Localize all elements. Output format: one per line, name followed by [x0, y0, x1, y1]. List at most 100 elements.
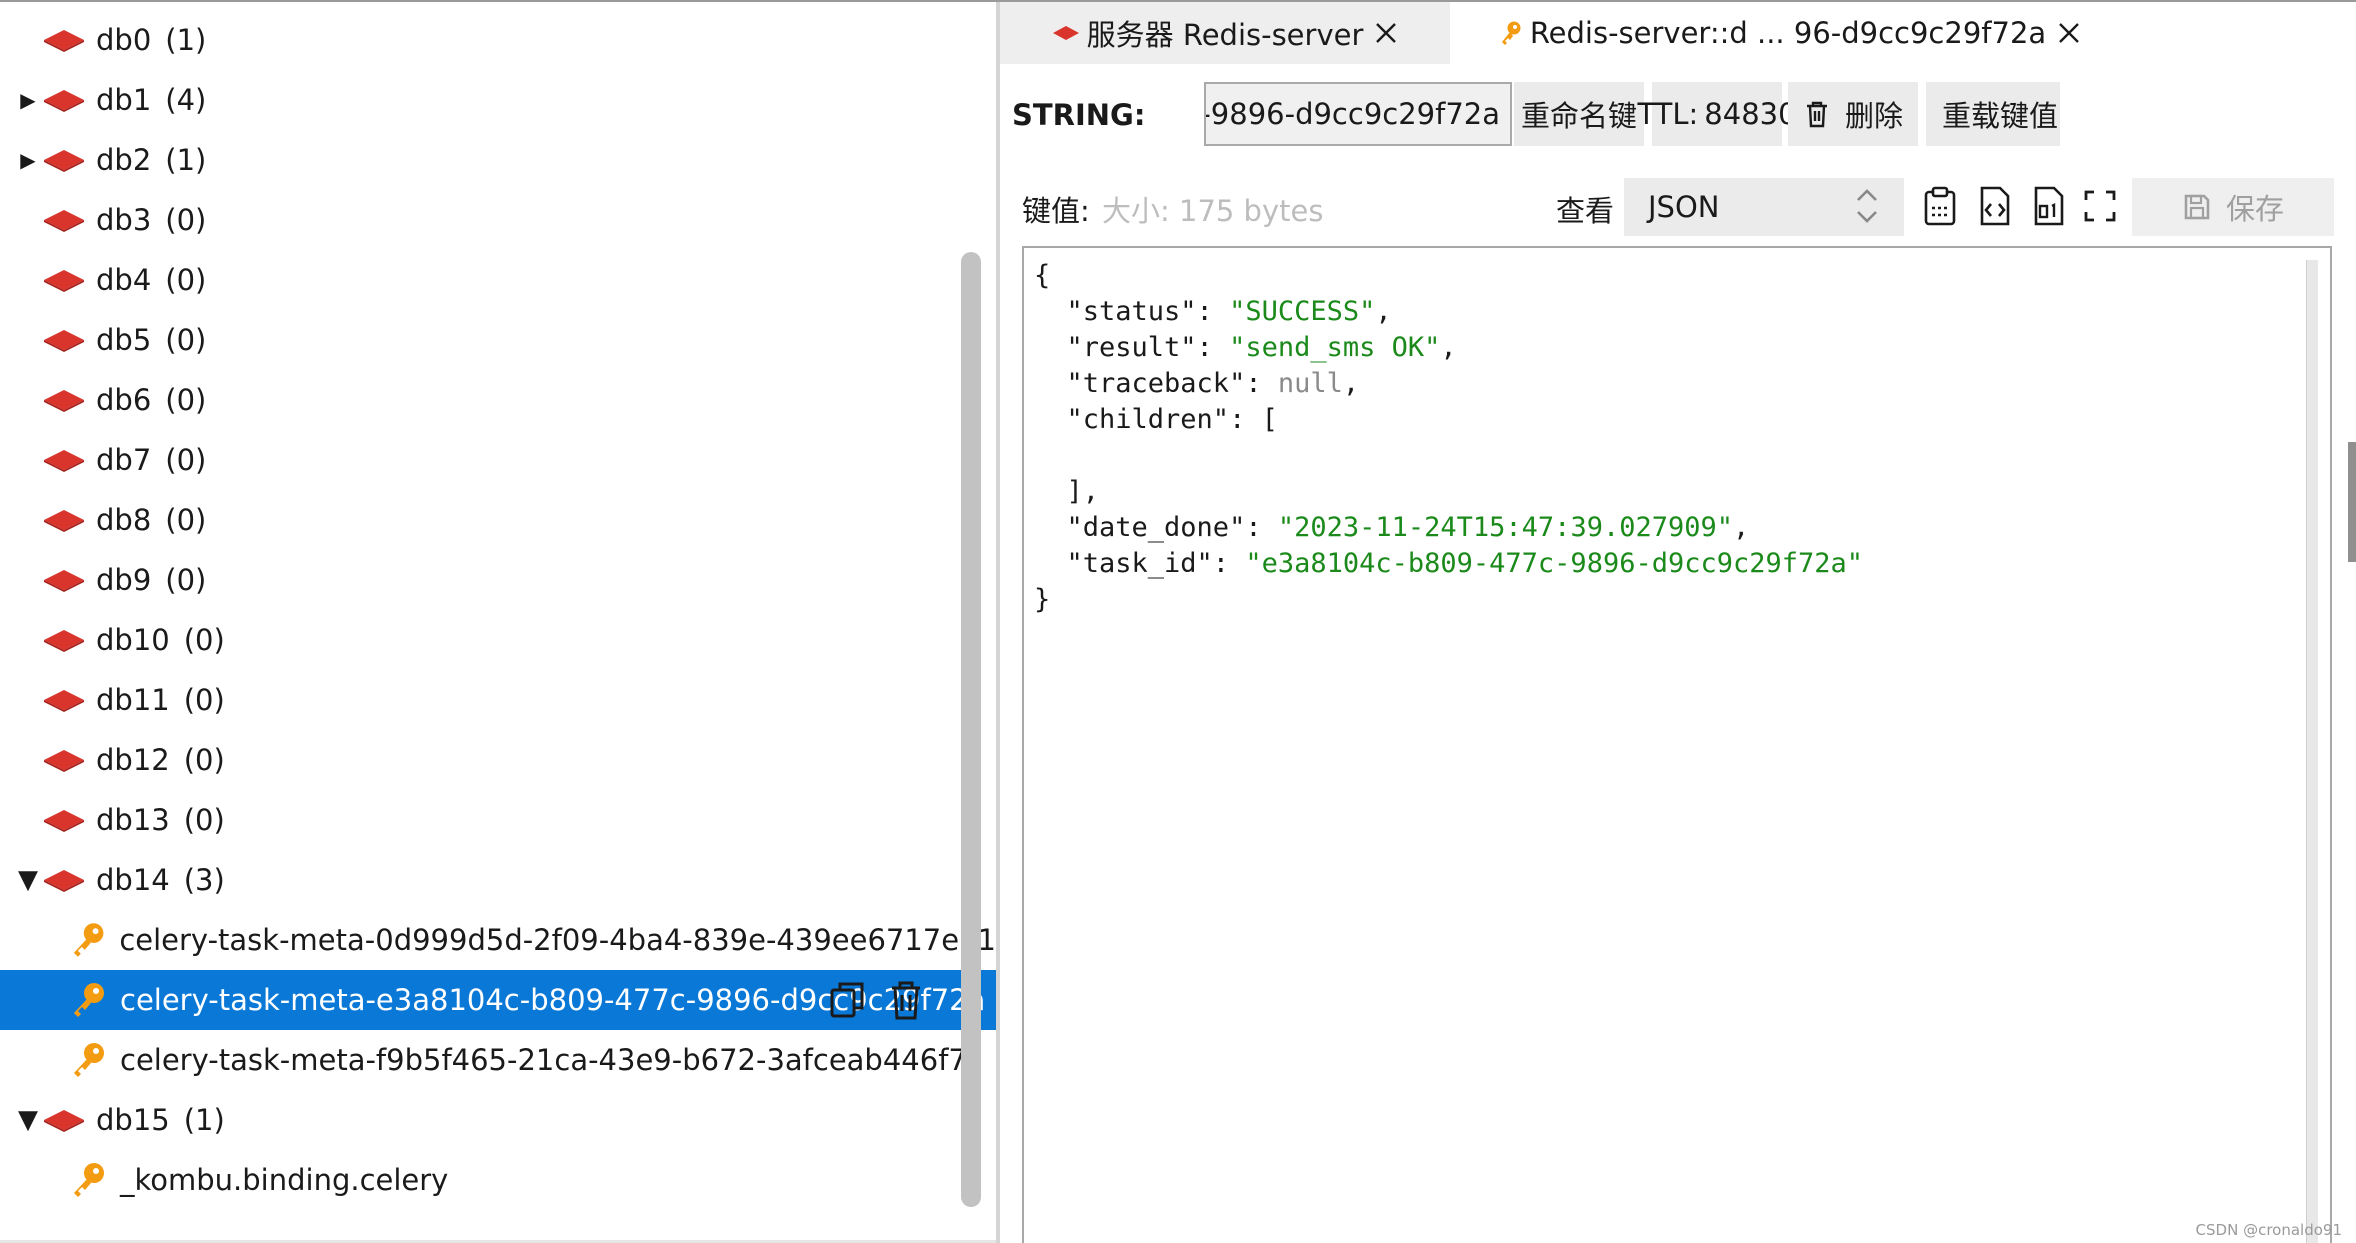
tree-db-db1[interactable]: ▶ db1 (4) — [0, 70, 996, 130]
tree-key-item[interactable]: celery-task-meta-e3a8104c-b809-477c-9896… — [0, 970, 996, 1030]
key-icon — [74, 983, 104, 1017]
tree-key-item[interactable]: _kombu.binding.celery — [0, 1150, 996, 1210]
db-name: db3 — [96, 203, 152, 237]
ttl-label: TTL: — [1637, 97, 1699, 131]
tree-db-db9[interactable]: db9 (0) — [0, 550, 996, 610]
collapsed-arrow-icon[interactable]: ▶ — [14, 148, 42, 172]
db-key-count: (0) — [183, 743, 225, 777]
json-value-code[interactable]: { "status": "SUCCESS", "result": "send_s… — [1034, 258, 1863, 618]
code-file-icon[interactable] — [1972, 184, 2016, 228]
delete-label: 删除 — [1844, 99, 1903, 133]
key-icon — [74, 1163, 104, 1197]
db-name: db7 — [96, 443, 152, 477]
tree-key-item[interactable]: celery-task-meta-f9b5f465-21ca-43e9-b672… — [0, 1030, 996, 1090]
db-name: db5 — [96, 323, 152, 357]
key-name-field[interactable]: c-9896-d9cc9c29f72a — [1204, 82, 1512, 146]
tree-key-item[interactable]: celery-task-meta-0d999d5d-2f09-4ba4-839e… — [0, 910, 996, 970]
ttl-button[interactable]: TTL: 84830 — [1637, 82, 1797, 146]
tree-scrollbar[interactable] — [961, 252, 981, 1207]
key-toolbar: STRING: c-9896-d9cc9c29f72a 重命名键 TTL: 84… — [1000, 80, 2356, 150]
tree-db-db14[interactable]: ▼ db14 (3) — [0, 850, 996, 910]
reload-value-button[interactable]: 重载键值 — [1926, 82, 2060, 146]
db-key-count: (4) — [165, 83, 207, 117]
key-type-label: STRING: — [1012, 98, 1146, 132]
rename-key-button[interactable]: 重命名键 — [1514, 82, 1644, 146]
db-name: db8 — [96, 503, 152, 537]
db-name: db0 — [96, 23, 152, 57]
tree-db-db15[interactable]: ▼ db15 (1) — [0, 1090, 996, 1150]
tab-bar: 服务器 Redis-server Redis-server::d ... 96-… — [1000, 2, 2356, 64]
redis-db-icon — [44, 450, 84, 472]
rename-label: 重命名键 — [1520, 99, 1637, 133]
db-key-count: (0) — [165, 263, 207, 297]
scrollbar-thumb[interactable] — [2348, 442, 2356, 562]
save-button[interactable]: 保存 — [2132, 178, 2334, 236]
db-key-count: (1) — [165, 23, 207, 57]
value-label: 键值: — [1022, 194, 1090, 228]
expanded-arrow-icon[interactable]: ▼ — [14, 1105, 42, 1135]
db-key-count: (0) — [165, 443, 207, 477]
save-label: 保存 — [2225, 192, 2284, 226]
collapsed-arrow-icon[interactable]: ▶ — [14, 88, 42, 112]
expanded-arrow-icon[interactable]: ▼ — [14, 865, 42, 895]
redis-db-icon — [44, 330, 84, 352]
db-name: db6 — [96, 383, 152, 417]
redis-db-icon — [44, 510, 84, 532]
tab-key[interactable]: Redis-server::d ... 96-d9cc9c29f72a — [1450, 2, 2130, 64]
copy-key-icon[interactable] — [826, 978, 870, 1022]
tree-db-db2[interactable]: ▶ db2 (1) — [0, 130, 996, 190]
db-name: db10 — [96, 623, 170, 657]
save-icon — [2184, 194, 2210, 220]
db-name: db14 — [96, 863, 170, 897]
key-icon — [74, 1043, 104, 1077]
trash-icon — [1806, 101, 1827, 128]
tree-db-db0[interactable]: db0 (1) — [0, 10, 996, 70]
tree-db-db7[interactable]: db7 (0) — [0, 430, 996, 490]
redis-db-icon — [44, 1110, 84, 1132]
tree-db-db8[interactable]: db8 (0) — [0, 490, 996, 550]
key-name: celery-task-meta-f9b5f465-21ca-43e9-b672… — [120, 1043, 967, 1077]
fullscreen-icon[interactable] — [2078, 184, 2122, 228]
key-icon — [73, 923, 104, 957]
tree-db-db4[interactable]: db4 (0) — [0, 250, 996, 310]
copy-clipboard-icon[interactable] — [1918, 184, 1962, 228]
key-name: _kombu.binding.celery — [120, 1163, 449, 1197]
trash-icon[interactable] — [884, 978, 928, 1022]
view-format-select[interactable]: JSON — [1624, 178, 1904, 236]
db-name: db15 — [96, 1103, 170, 1137]
redis-db-icon — [44, 30, 84, 52]
redis-db-icon — [44, 390, 84, 412]
tab-server[interactable]: 服务器 Redis-server — [1000, 2, 1450, 64]
redis-db-icon — [44, 870, 84, 892]
db-key-count: (3) — [183, 863, 225, 897]
tree-db-db5[interactable]: db5 (0) — [0, 310, 996, 370]
tree-db-db11[interactable]: db11 (0) — [0, 670, 996, 730]
key-icon — [1498, 19, 1524, 47]
value-bar: 键值: 大小: 175 bytes 查看 JSON 保存 — [1000, 172, 2356, 238]
panel-scrollbar[interactable] — [2348, 2, 2356, 1243]
tree-db-db3[interactable]: db3 (0) — [0, 190, 996, 250]
database-tree: db0 (1) ▶ db1 (4) ▶ db2 (1) db3 (0) db4 (0) db5 (0) db… — [0, 2, 996, 1243]
db-name: db11 — [96, 683, 170, 717]
db-key-count: (0) — [165, 323, 207, 357]
editor-scrollbar[interactable] — [2306, 260, 2318, 1243]
db-key-count: (1) — [183, 1103, 225, 1137]
tree-db-db6[interactable]: db6 (0) — [0, 370, 996, 430]
db-key-count: (0) — [165, 203, 207, 237]
binary-file-icon[interactable] — [2026, 184, 2070, 228]
tree-db-db10[interactable]: db10 (0) — [0, 610, 996, 670]
db-name: db4 — [96, 263, 152, 297]
db-key-count: (1) — [165, 143, 207, 177]
tree-db-db12[interactable]: db12 (0) — [0, 730, 996, 790]
key-editor-panel: 服务器 Redis-server Redis-server::d ... 96-… — [1000, 2, 2356, 1243]
delete-key-button[interactable]: 删除 — [1788, 82, 1918, 146]
close-icon[interactable] — [2056, 20, 2082, 46]
redis-db-icon — [44, 210, 84, 232]
redis-db-icon — [44, 90, 84, 112]
close-icon[interactable] — [1373, 20, 1399, 46]
tree-db-db13[interactable]: db13 (0) — [0, 790, 996, 850]
db-name: db13 — [96, 803, 170, 837]
value-editor[interactable]: { "status": "SUCCESS", "result": "send_s… — [1022, 246, 2332, 1243]
redis-db-icon — [44, 630, 84, 652]
watermark: CSDN @cronaldo91 — [2195, 1221, 2342, 1239]
